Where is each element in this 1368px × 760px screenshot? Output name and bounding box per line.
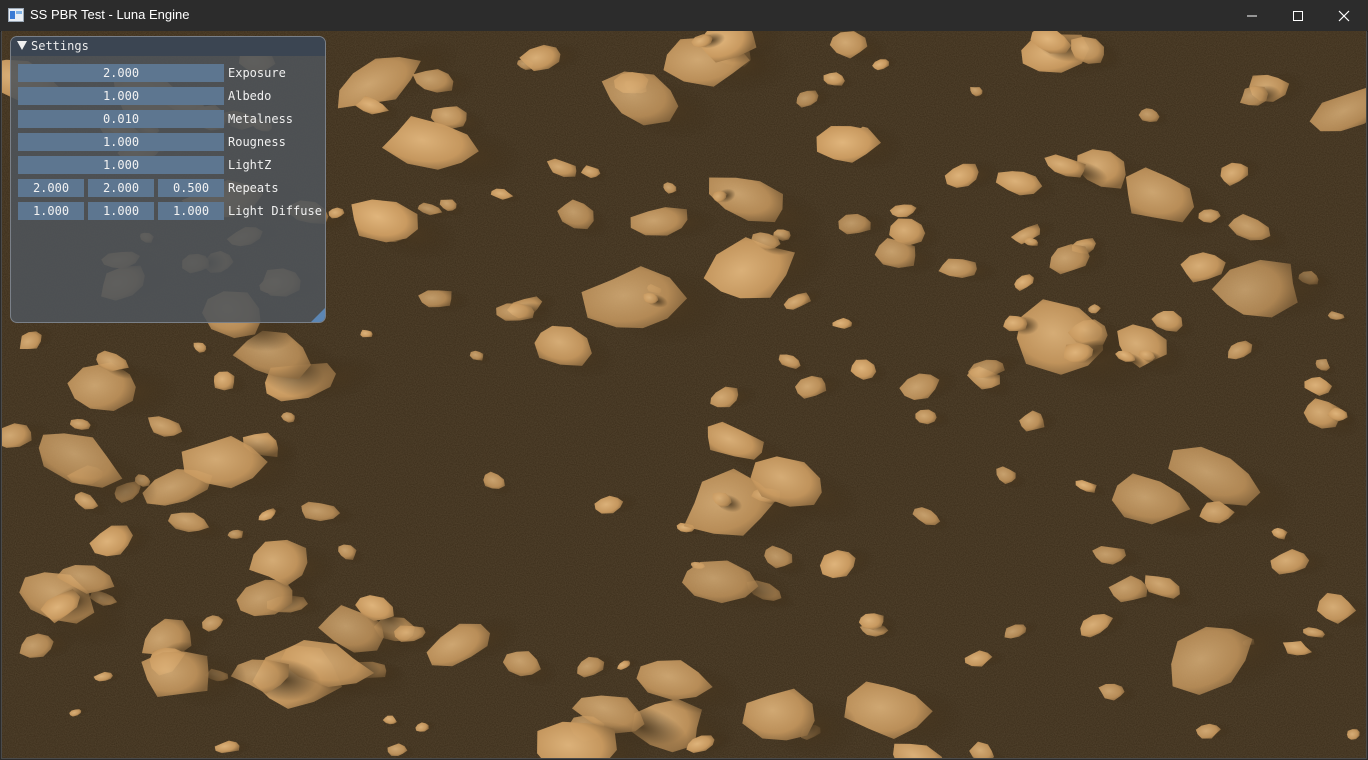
maximize-button[interactable] [1275,0,1321,31]
exposure-row: 2.000 Exposure [18,64,320,82]
light-diffuse-g-slider[interactable]: 1.000 [88,202,154,220]
albedo-label: Albedo [228,89,272,103]
exposure-label: Exposure [228,66,286,80]
close-button[interactable] [1321,0,1367,31]
maximize-icon [1292,10,1304,22]
settings-panel[interactable]: Settings 2.000 Exposure 1.000 Albedo 0.0… [10,36,326,323]
settings-panel-header[interactable]: Settings [11,37,325,56]
roughness-row: 1.000 Rougness [18,133,320,151]
roughness-slider[interactable]: 1.000 [18,133,224,151]
light-diffuse-label: Light Diffuse [228,204,322,218]
window-title: SS PBR Test - Luna Engine [30,7,190,22]
albedo-row: 1.000 Albedo [18,87,320,105]
minimize-button[interactable] [1229,0,1275,31]
settings-panel-title: Settings [31,39,89,53]
metalness-label: Metalness [228,112,294,126]
light-diffuse-r-slider[interactable]: 1.000 [18,202,84,220]
albedo-slider[interactable]: 1.000 [18,87,224,105]
close-icon [1338,10,1350,22]
exposure-slider[interactable]: 2.000 [18,64,224,82]
roughness-label: Rougness [228,135,286,149]
lightz-slider[interactable]: 1.000 [18,156,224,174]
repeats-x-slider[interactable]: 2.000 [18,179,84,197]
repeats-row: 2.000 2.000 0.500 Repeats [18,179,320,197]
app-window-icon[interactable] [8,8,24,22]
repeats-y-slider[interactable]: 2.000 [88,179,154,197]
metalness-slider[interactable]: 0.010 [18,110,224,128]
minimize-icon [1246,10,1258,22]
title-bar: SS PBR Test - Luna Engine [0,0,1368,32]
metalness-row: 0.010 Metalness [18,110,320,128]
lightz-row: 1.000 LightZ [18,156,320,174]
light-diffuse-b-slider[interactable]: 1.000 [158,202,224,220]
stone [496,303,535,321]
light-diffuse-row: 1.000 1.000 1.000 Light Diffuse [18,202,322,220]
triangle-down-icon[interactable] [17,41,27,50]
repeats-z-slider[interactable]: 0.500 [158,179,224,197]
repeats-label: Repeats [228,181,279,195]
resize-grip-icon[interactable] [311,308,325,322]
lightz-label: LightZ [228,158,272,172]
